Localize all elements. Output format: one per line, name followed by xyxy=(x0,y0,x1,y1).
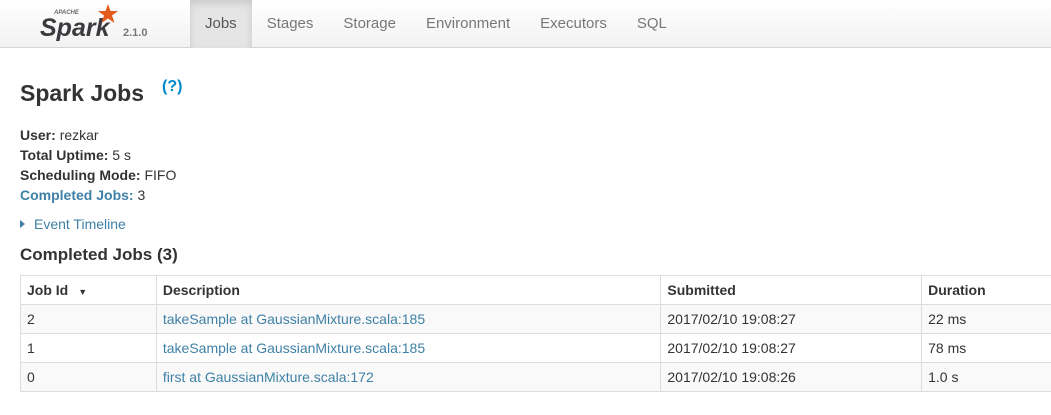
top-navbar: APACHE Spark 2.1.0 Jobs Stages Storage E… xyxy=(0,0,1051,48)
cell-description: takeSample at GaussianMixture.scala:185 xyxy=(155,304,662,334)
tab-environment[interactable]: Environment xyxy=(411,0,525,48)
summary-completed-value: 3 xyxy=(137,187,146,203)
sort-down-icon: ▼ xyxy=(78,287,88,297)
tab-stages[interactable]: Stages xyxy=(252,0,329,48)
table-row: 1 takeSample at GaussianMixture.scala:18… xyxy=(20,333,1051,363)
header-job-id-label: Job Id xyxy=(27,282,69,298)
header-job-id[interactable]: Job Id ▼ xyxy=(20,275,157,305)
job-description-link[interactable]: first at GaussianMixture.scala:172 xyxy=(163,369,374,385)
event-timeline-toggle[interactable]: Event Timeline xyxy=(20,216,126,232)
tab-executors[interactable]: Executors xyxy=(525,0,622,48)
job-description-link[interactable]: takeSample at GaussianMixture.scala:185 xyxy=(163,311,425,327)
tab-jobs[interactable]: Jobs xyxy=(190,0,252,48)
summary-user-value: rezkar xyxy=(59,127,99,143)
cell-job-id: 2 xyxy=(20,304,157,334)
help-link[interactable]: (?) xyxy=(162,78,182,96)
cell-duration: 78 ms xyxy=(921,333,1051,363)
completed-jobs-link[interactable]: Completed Jobs: xyxy=(20,187,134,203)
summary-uptime: Total Uptime: 5 s xyxy=(20,145,176,165)
tab-sql[interactable]: SQL xyxy=(622,0,682,48)
cell-duration: 22 ms xyxy=(921,304,1051,334)
cell-submitted: 2017/02/10 19:08:26 xyxy=(660,362,923,392)
spark-logo-graphic: APACHE Spark xyxy=(40,4,118,42)
summary-scheduling-mode: Scheduling Mode: FIFO xyxy=(20,165,176,185)
summary-mode-label: Scheduling Mode: xyxy=(20,167,141,183)
cell-duration: 1.0 s xyxy=(921,362,1051,392)
cell-description: takeSample at GaussianMixture.scala:185 xyxy=(155,333,662,363)
tab-storage[interactable]: Storage xyxy=(328,0,411,48)
summary-uptime-value: 5 s xyxy=(112,147,131,163)
table-header-row: Job Id ▼ Description Submitted Duration xyxy=(20,275,1051,305)
job-summary: User: rezkar Total Uptime: 5 s Schedulin… xyxy=(20,125,176,205)
summary-completed-jobs: Completed Jobs: 3 xyxy=(20,185,176,205)
summary-user-label: User: xyxy=(20,127,56,143)
cell-job-id: 1 xyxy=(20,333,157,363)
cell-description: first at GaussianMixture.scala:172 xyxy=(155,362,662,392)
svg-text:Spark: Spark xyxy=(40,14,111,42)
spark-logo[interactable]: APACHE Spark 2.1.0 xyxy=(38,2,178,46)
cell-submitted: 2017/02/10 19:08:27 xyxy=(660,333,923,363)
summary-user: User: rezkar xyxy=(20,125,176,145)
cell-submitted: 2017/02/10 19:08:27 xyxy=(660,304,923,334)
page-title: Spark Jobs xyxy=(20,80,144,106)
header-submitted[interactable]: Submitted xyxy=(660,275,923,305)
caret-right-icon xyxy=(20,220,25,228)
completed-jobs-heading: Completed Jobs (3) xyxy=(20,245,178,264)
header-duration[interactable]: Duration xyxy=(921,275,1051,305)
table-row: 0 first at GaussianMixture.scala:172 201… xyxy=(20,362,1051,392)
header-description[interactable]: Description xyxy=(155,275,662,305)
table-row: 2 takeSample at GaussianMixture.scala:18… xyxy=(20,304,1051,334)
completed-jobs-table: Job Id ▼ Description Submitted Duration 2… xyxy=(20,275,1051,392)
summary-uptime-label: Total Uptime: xyxy=(20,147,109,163)
nav-tabs: Jobs Stages Storage Environment Executor… xyxy=(190,0,682,48)
summary-mode-value: FIFO xyxy=(144,167,177,183)
job-description-link[interactable]: takeSample at GaussianMixture.scala:185 xyxy=(163,340,425,356)
spark-version: 2.1.0 xyxy=(123,27,148,39)
cell-job-id: 0 xyxy=(20,362,157,392)
event-timeline-label: Event Timeline xyxy=(34,216,126,232)
